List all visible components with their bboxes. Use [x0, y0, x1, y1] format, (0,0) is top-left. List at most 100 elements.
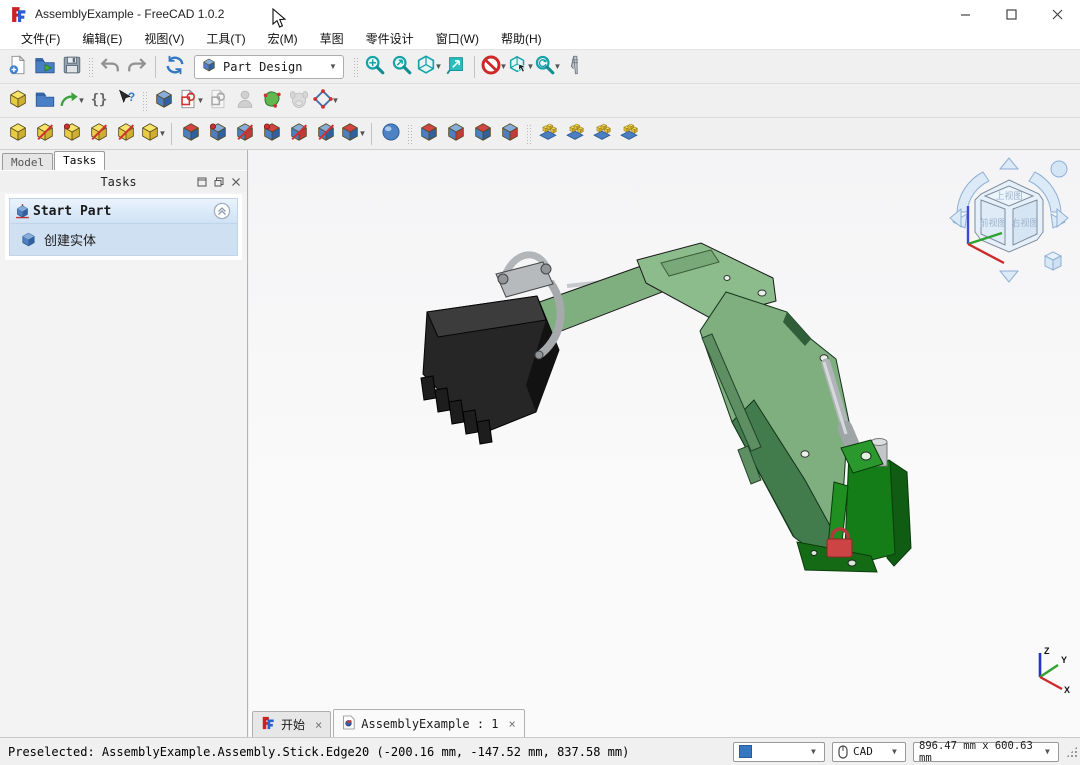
draft-button[interactable] — [469, 120, 496, 147]
document-tab-0[interactable]: 开始× — [252, 711, 331, 737]
menu-item-4[interactable]: 宏(M) — [257, 28, 309, 50]
fillet-icon — [418, 121, 440, 146]
start-part-icon — [14, 203, 31, 220]
collapse-section-button[interactable] — [213, 202, 231, 220]
task-item-create-body[interactable]: 创建实体 — [9, 224, 238, 256]
create-body-button[interactable] — [150, 87, 177, 114]
maximize-button[interactable] — [988, 0, 1034, 28]
menu-item-0[interactable]: 文件(F) — [10, 28, 71, 50]
hole-button[interactable] — [204, 120, 231, 147]
whats-this-button[interactable]: ? — [112, 87, 139, 114]
nav-cube-body[interactable]: 上视图 前视图 右视图 — [975, 180, 1043, 252]
clipping-plane-button[interactable]: ▼ — [480, 53, 507, 80]
bucket[interactable] — [421, 296, 559, 444]
new-file-button[interactable] — [4, 53, 31, 80]
view-isometric-button[interactable]: ▼ — [415, 53, 442, 80]
3d-viewport[interactable]: 上视图 前视图 右视图 Z Y X 开始×AssemblyExample : 1… — [249, 150, 1080, 737]
additive-pipe-button[interactable] — [85, 120, 112, 147]
revolution-button[interactable] — [31, 120, 58, 147]
menu-item-6[interactable]: 零件设计 — [355, 28, 425, 50]
dock-tab-tasks[interactable]: Tasks — [54, 151, 105, 170]
create-varset-button[interactable]: {} — [85, 87, 112, 114]
polar-pattern-button[interactable] — [588, 120, 615, 147]
svg-text:Z: Z — [1044, 646, 1050, 656]
chamfer-icon — [445, 121, 467, 146]
subtractive-pipe-button[interactable] — [285, 120, 312, 147]
dock-tab-model[interactable]: Model — [2, 153, 53, 170]
draw-style-button[interactable]: ▼ — [534, 53, 561, 80]
create-part-button[interactable] — [4, 87, 31, 114]
subtractive-loft-button[interactable] — [258, 120, 285, 147]
view-fit-all-button[interactable] — [361, 53, 388, 80]
create-datum-button[interactable]: ▼ — [312, 87, 339, 114]
map-sketch-to-face-button[interactable] — [258, 87, 285, 114]
view-fit-selection-button[interactable] — [388, 53, 415, 80]
toolbar-separator — [371, 123, 372, 145]
minimize-button[interactable] — [942, 0, 988, 28]
dimension-selector[interactable]: 896.47 mm x 600.63 mm▼ — [913, 742, 1059, 762]
pan-right-arrow[interactable] — [1057, 209, 1068, 227]
open-file-button[interactable] — [31, 53, 58, 80]
menu-item-8[interactable]: 帮助(H) — [490, 28, 553, 50]
mirrored-button[interactable] — [534, 120, 561, 147]
whats-this-icon: ? — [115, 88, 137, 113]
tilt-up-arrow[interactable] — [1000, 158, 1018, 169]
additive-primitives-button[interactable]: ▼ — [139, 120, 166, 147]
nav-mini-cube[interactable] — [1045, 252, 1061, 270]
box-element-selection-button[interactable]: ▼ — [507, 53, 534, 80]
make-link-button[interactable]: ▼ — [58, 87, 85, 114]
save-file-button[interactable] — [58, 53, 85, 80]
menu-item-7[interactable]: 窗口(W) — [425, 28, 490, 50]
task-section-start-part[interactable]: Start Part — [9, 198, 238, 224]
tasks-panel-body: Start Part 创建实体 — [0, 192, 247, 737]
multitransform-button[interactable] — [615, 120, 642, 147]
close-button[interactable] — [1034, 0, 1080, 28]
create-sketch-button[interactable]: ▼ — [177, 87, 204, 114]
toolbar-grip[interactable] — [353, 57, 358, 77]
nav-circle-button[interactable] — [1051, 161, 1067, 177]
document-tab-1[interactable]: AssemblyExample : 1× — [333, 709, 525, 737]
redo-button[interactable] — [123, 53, 150, 80]
boom-plate[interactable] — [700, 292, 851, 557]
tilt-down-arrow[interactable] — [1000, 271, 1018, 282]
undo-button[interactable] — [96, 53, 123, 80]
subtractive-helix-button[interactable] — [312, 120, 339, 147]
dock-close-icon[interactable] — [231, 177, 241, 187]
tab-close-icon[interactable]: × — [509, 717, 516, 731]
task-section-title: Start Part — [33, 204, 213, 219]
overlay-style-selector[interactable]: ▼ — [733, 742, 825, 762]
dock-float-icon[interactable] — [214, 177, 224, 187]
additive-loft-button[interactable] — [58, 120, 85, 147]
toolbar-grip[interactable] — [526, 124, 531, 144]
navigation-cube[interactable]: 上视图 前视图 右视图 — [947, 156, 1072, 286]
view-zoom-box-button[interactable] — [442, 53, 469, 80]
view-isometric-icon — [415, 54, 437, 79]
box-element-selection-icon — [507, 54, 529, 79]
menu-item-2[interactable]: 视图(V) — [133, 28, 195, 50]
refresh-document-button[interactable] — [161, 53, 188, 80]
measure-button[interactable] — [561, 53, 588, 80]
boolean-operation-button[interactable] — [377, 120, 404, 147]
toolbar-grip[interactable] — [407, 124, 412, 144]
linear-pattern-button[interactable] — [561, 120, 588, 147]
tab-close-icon[interactable]: × — [315, 718, 322, 732]
chamfer-button[interactable] — [442, 120, 469, 147]
menu-item-5[interactable]: 草图 — [309, 28, 355, 50]
additive-helix-button[interactable] — [112, 120, 139, 147]
pad-button[interactable] — [4, 120, 31, 147]
menu-item-3[interactable]: 工具(T) — [195, 28, 256, 50]
resize-grip[interactable] — [1066, 746, 1078, 758]
pan-left-arrow[interactable] — [950, 209, 961, 227]
dock-collapse-icon[interactable] — [197, 177, 207, 187]
subtractive-primitives-button[interactable]: ▼ — [339, 120, 366, 147]
toolbar-grip[interactable] — [88, 57, 93, 77]
menu-item-1[interactable]: 编辑(E) — [71, 28, 133, 50]
fillet-button[interactable] — [415, 120, 442, 147]
groove-button[interactable] — [231, 120, 258, 147]
pocket-button[interactable] — [177, 120, 204, 147]
workbench-selector[interactable]: Part Design▼ — [194, 55, 344, 79]
nav-style-selector[interactable]: CAD▼ — [832, 742, 906, 762]
create-group-button[interactable] — [31, 87, 58, 114]
toolbar-grip[interactable] — [142, 91, 147, 111]
thickness-button[interactable] — [496, 120, 523, 147]
